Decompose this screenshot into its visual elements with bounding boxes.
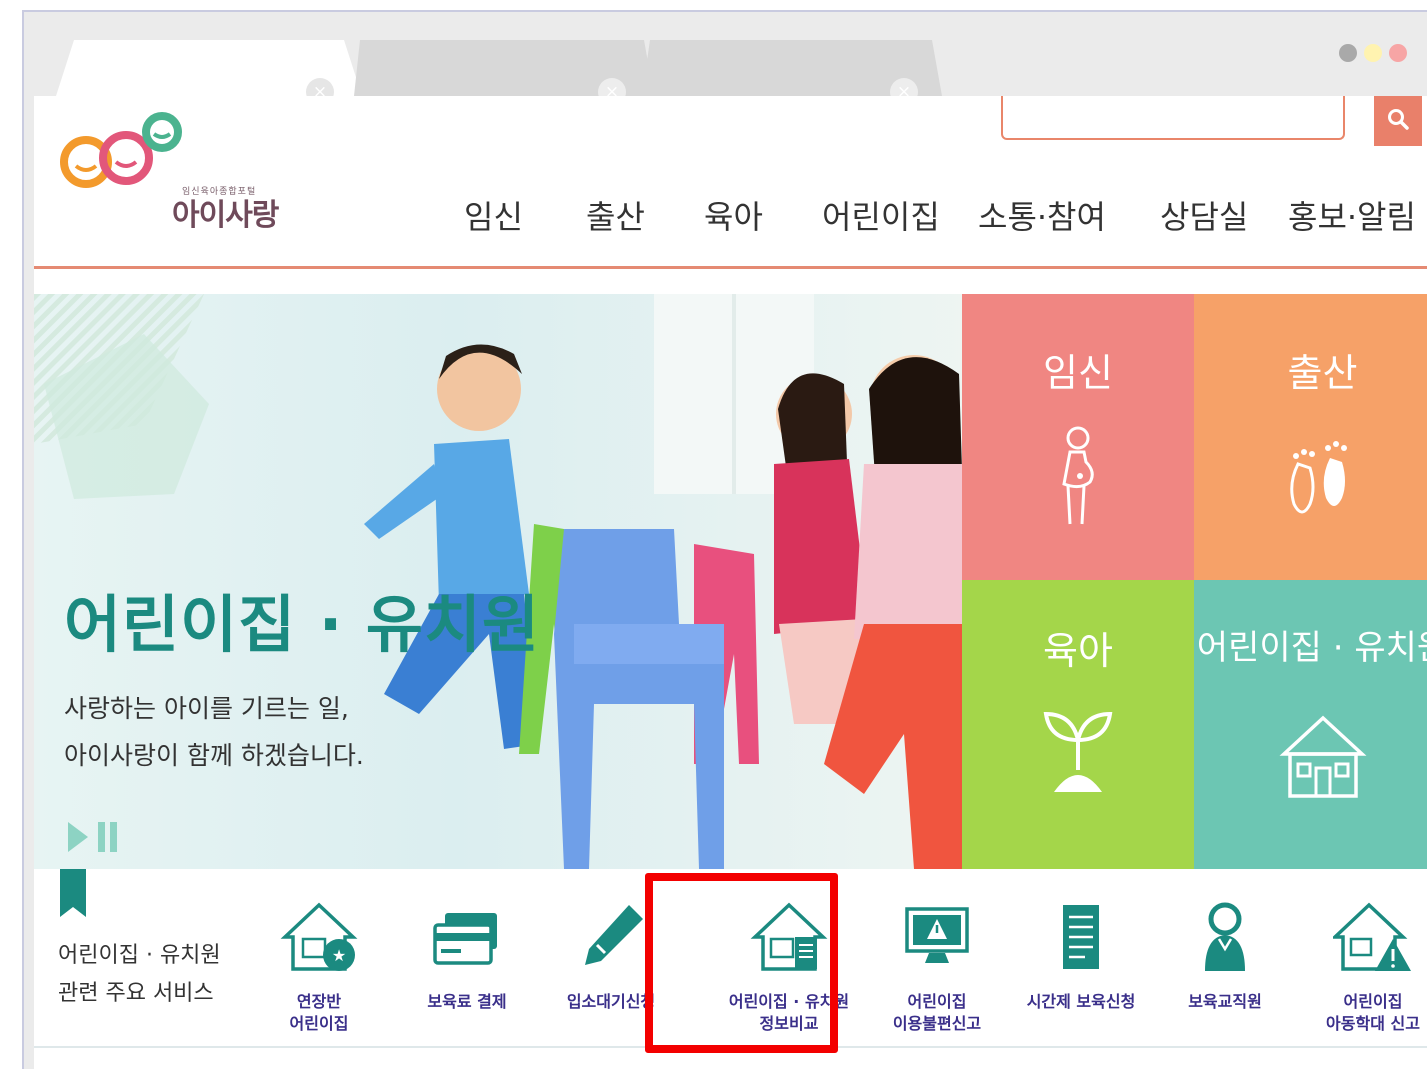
service-hourly-care[interactable]: 시간제 보육신청 [1016,899,1146,1049]
play-icon[interactable] [68,822,88,852]
house-star-icon: ★ [280,902,358,971]
hero-banner[interactable]: 어린이집 · 유치원 사랑하는 아이를 기르는 일, 아이사랑이 함께 하겠습니… [34,294,972,869]
services-section: 어린이집 · 유치원 관련 주요 서비스 ★ 연장반 어린이집 보육료 결제 입… [34,869,1427,1069]
tile-childcare[interactable]: 육아 [962,580,1194,869]
house-document-icon [750,902,828,971]
service-label: 연장반 어린이집 [289,992,349,1033]
nav-divider [34,266,1427,269]
hero-subtitle-line1: 사랑하는 아이를 기르는 일, [64,694,349,723]
service-abuse-report[interactable]: 어린이집 아동학대 신고 [1308,899,1427,1049]
tile-daycare-label: 어린이집 · 유치원 [1196,628,1427,668]
svg-text:★: ★ [332,946,346,965]
services-title-line1: 어린이집 · 유치원 [58,943,221,968]
service-waitlist-application[interactable]: 입소대기신청 [546,899,676,1049]
credit-card-icon [433,913,497,965]
browser-tab-2[interactable]: × [354,40,654,106]
window-dot-yellow[interactable] [1364,44,1382,62]
section-divider [34,1046,1427,1048]
web-page: 임신육아종합포털 아이사랑 임신 출산 육아 어린이집 소통·참여 상담실 홍보… [34,96,1427,1069]
nav-counseling[interactable]: 상담실 [1160,192,1248,238]
nav-notice[interactable]: 홍보·알림 [1288,192,1416,238]
nav-community[interactable]: 소통·참여 [978,192,1106,238]
hero-title: 어린이집 · 유치원 [64,588,541,661]
nav-childcare[interactable]: 육아 [704,192,763,238]
sprout-icon [1043,711,1113,792]
browser-tab-3[interactable]: × [642,40,942,106]
search-icon [1388,109,1409,130]
service-extended-daycare[interactable]: ★ 연장반 어린이집 [254,899,384,1049]
browser-tab-1[interactable]: × [56,40,362,106]
service-label: 입소대기신청 [566,992,656,1011]
hero-subtitle-line2: 아이사랑이 함께 하겠습니다. [64,741,364,770]
service-label: 어린이집 · 유치원 정보비교 [728,992,850,1033]
footprint-icon [1290,441,1347,514]
staff-person-icon [1205,902,1245,971]
document-icon [1063,905,1099,969]
service-fee-payment[interactable]: 보육료 결제 [402,899,532,1049]
pencil-icon [585,905,643,965]
nav-birth[interactable]: 출산 [586,192,645,238]
site-logo[interactable]: 임신육아종합포털 아이사랑 [58,106,298,233]
pause-icon[interactable] [98,822,120,852]
service-label: 어린이집 아동학대 신고 [1326,992,1420,1033]
service-complaint-report[interactable]: 어린이집 이용불편신고 [872,899,1002,1049]
monitor-alert-icon [905,907,969,963]
nav-pregnancy[interactable]: 임신 [464,192,523,238]
house-warning-icon [1333,902,1411,971]
search-input[interactable] [1001,96,1345,140]
nav-daycare[interactable]: 어린이집 [822,192,940,238]
service-staff[interactable]: 보육교직원 [1160,899,1290,1049]
window-dot-red[interactable] [1389,44,1407,62]
tile-birth-label: 출산 [1287,351,1358,395]
school-house-icon [1279,715,1367,798]
tile-daycare[interactable]: 어린이집 · 유치원 [1194,580,1427,869]
service-label: 보육교직원 [1188,992,1262,1011]
search-button[interactable] [1374,96,1422,146]
tile-pregnancy-label: 임신 [1043,351,1113,395]
bookmark-icon [60,869,86,917]
pregnant-woman-icon [1062,426,1094,525]
services-title-line2: 관련 주요 서비스 [58,981,214,1006]
tile-pregnancy[interactable]: 임신 [962,294,1194,580]
window-dot-gray[interactable] [1339,44,1357,62]
logo-name: 아이사랑 [172,198,279,233]
browser-window: × × × 임신육아종합포털 아이사랑 임신 출산 육아 어린이집 소통·참여 … [22,10,1427,1069]
tile-birth[interactable]: 출산 [1194,294,1427,580]
window-controls [1339,44,1407,62]
service-info-comparison[interactable]: 어린이집 · 유치원 정보비교 [724,899,854,1049]
tile-childcare-label: 육아 [1043,629,1113,673]
logo-faces-icon [60,112,182,188]
